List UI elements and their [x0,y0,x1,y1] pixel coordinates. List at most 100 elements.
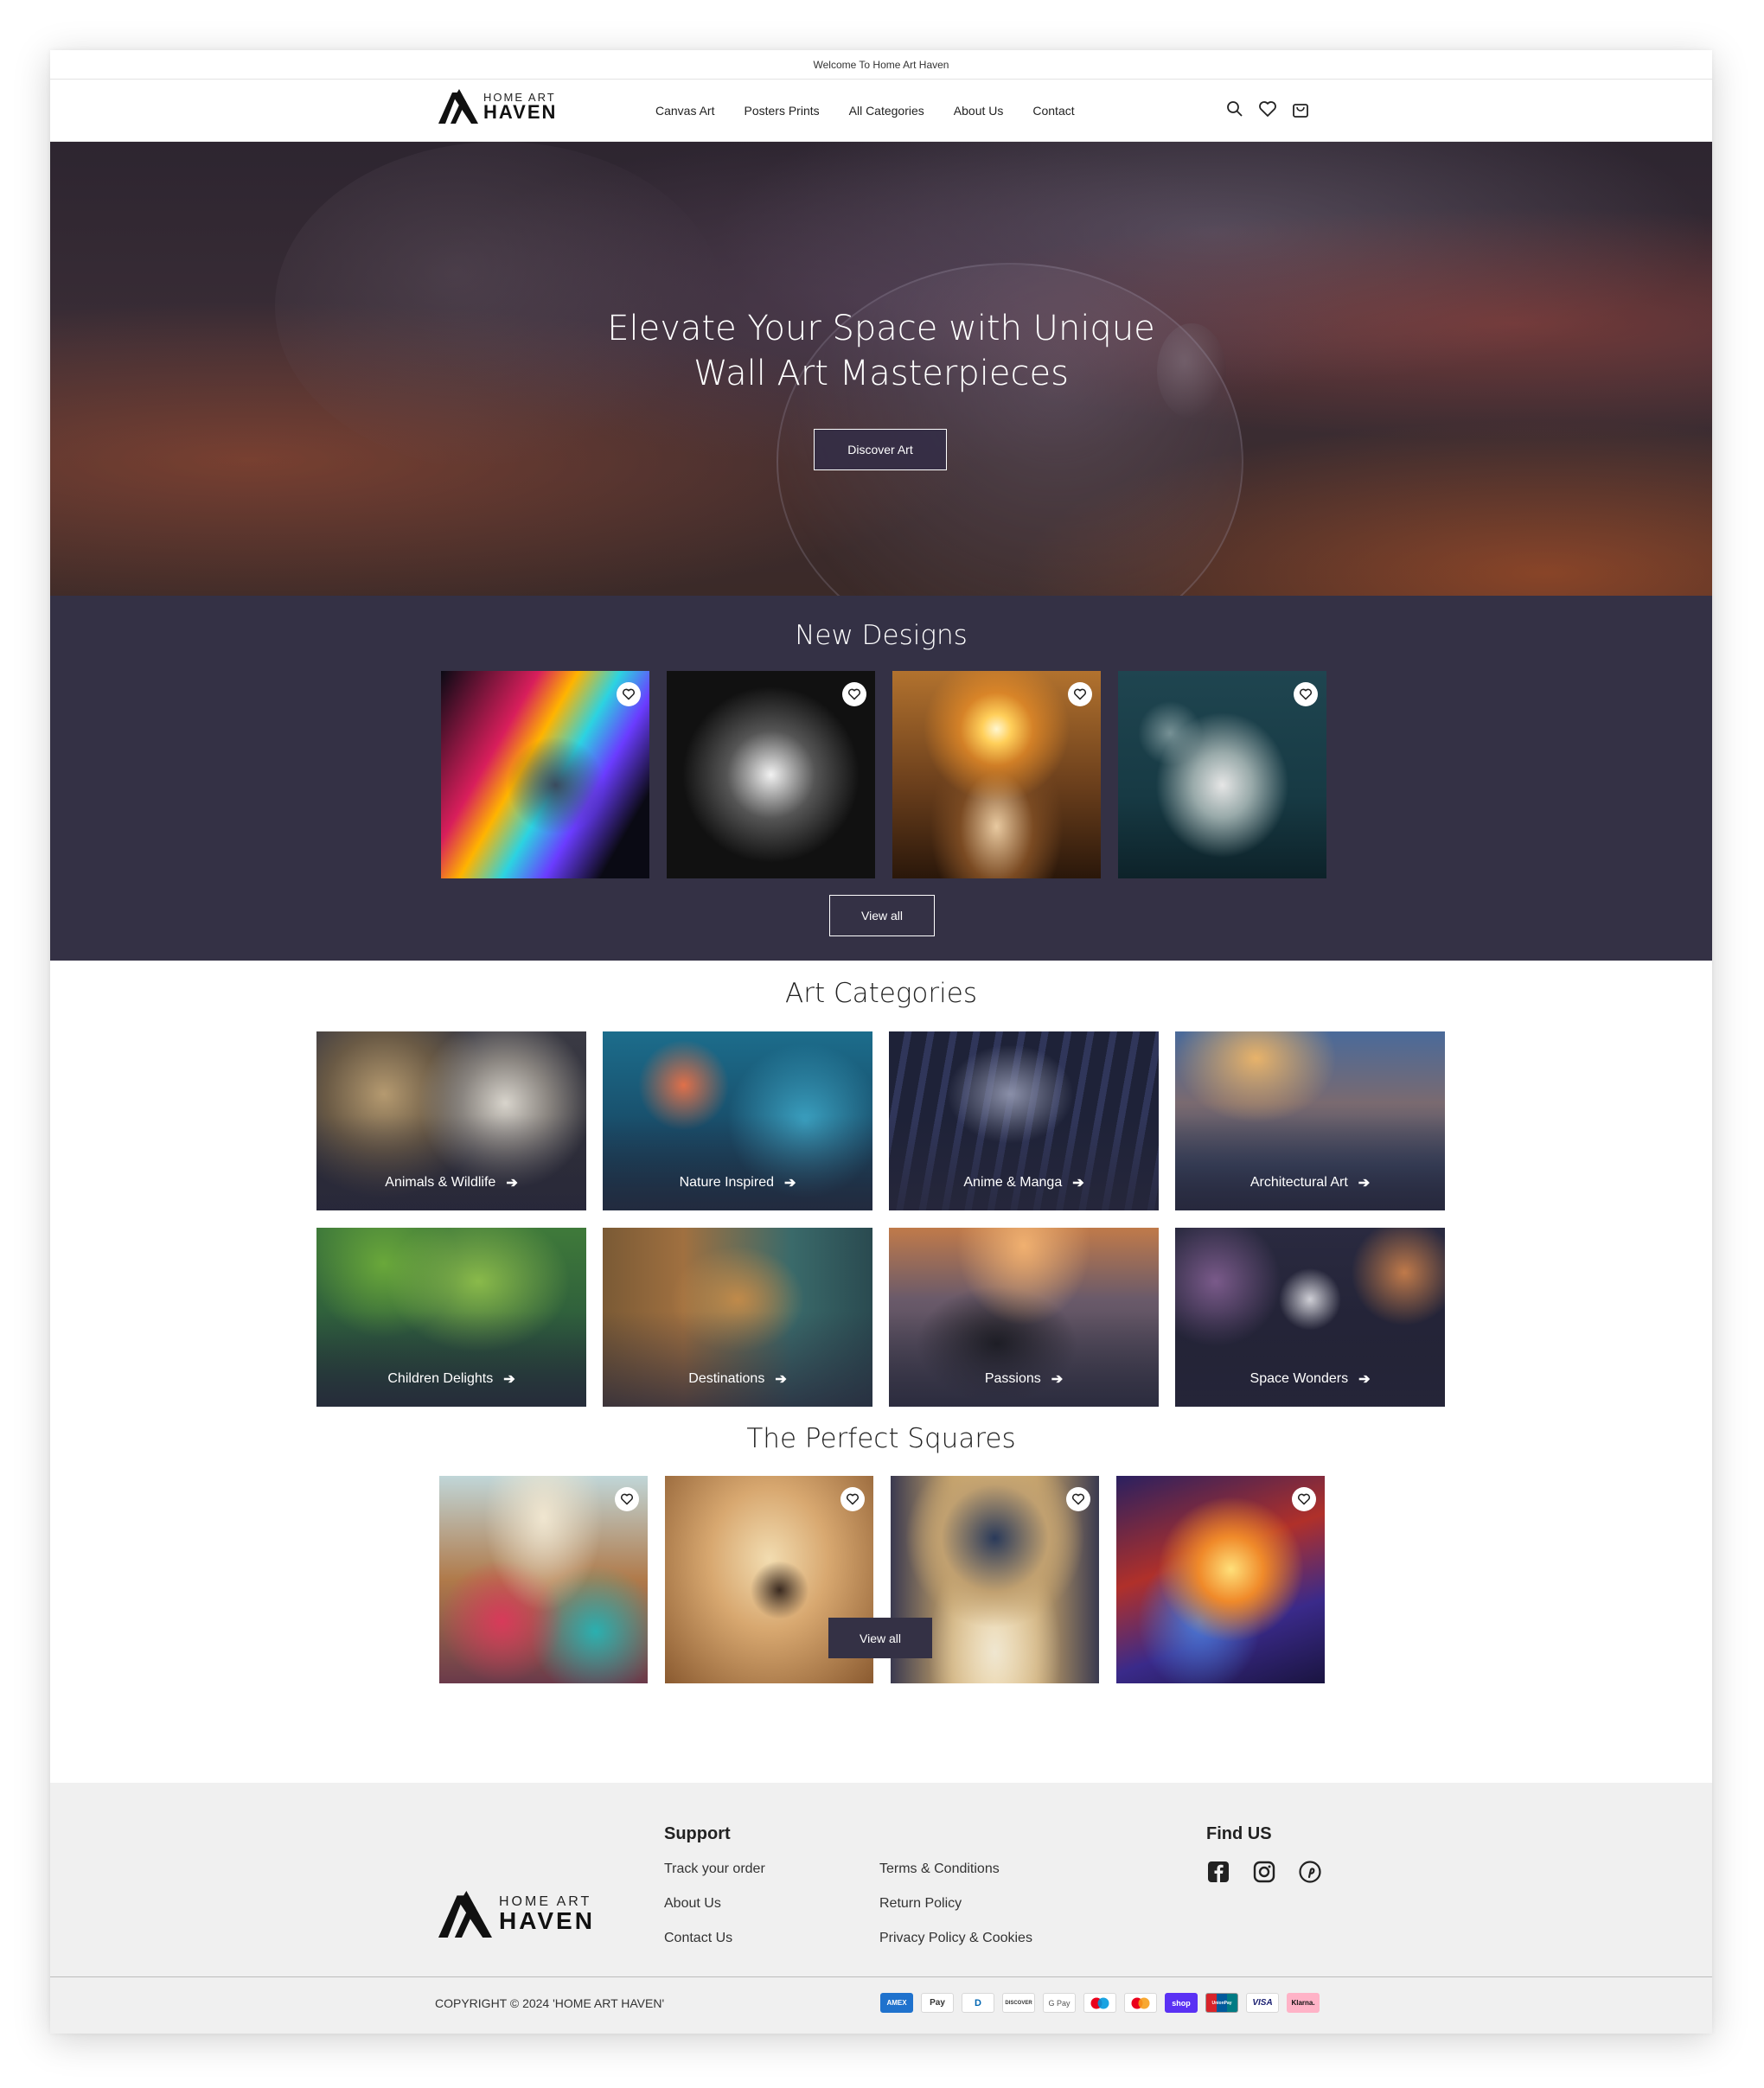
category-label: Space Wonders ➔ [1175,1370,1445,1388]
discover-icon: DISCOVER [1002,1993,1035,2013]
category-overlay [603,1312,872,1407]
arrow-right-icon: ➔ [1051,1372,1064,1387]
wishlist-heart-icon[interactable] [1292,1487,1316,1511]
category-overlay [1175,1312,1445,1407]
footer-link-track-order[interactable]: Track your order [664,1861,765,1877]
category-label: Nature Inspired ➔ [603,1174,872,1191]
main-nav: Canvas Art Posters Prints All Categories… [655,80,1075,142]
category-label: Destinations ➔ [603,1370,872,1388]
arrow-right-icon: ➔ [775,1372,787,1387]
amex-icon: AMEX [880,1993,913,2013]
arrow-right-icon: ➔ [1358,1176,1371,1191]
support-heading: Support [664,1824,731,1843]
category-card-nature-inspired[interactable]: Nature Inspired ➔ [603,1031,872,1210]
perfect-squares-title: The Perfect Squares [746,1423,1016,1454]
category-card-animals-wildlife[interactable]: Animals & Wildlife ➔ [316,1031,586,1210]
hero-title-line-2: Wall Art Masterpieces [693,354,1069,393]
category-label: Anime & Manga ➔ [889,1174,1159,1191]
search-icon[interactable] [1224,99,1245,119]
category-card-anime-manga[interactable]: Anime & Manga ➔ [889,1031,1159,1210]
footer-link-return-policy[interactable]: Return Policy [879,1896,962,1912]
perfect-squares-view-all-button[interactable]: View all [828,1618,932,1658]
category-name: Space Wonders [1250,1371,1349,1386]
category-overlay [316,1115,586,1210]
arrow-right-icon: ➔ [783,1176,796,1191]
facebook-icon[interactable] [1207,1861,1230,1883]
product-card-anime-artist[interactable] [667,671,875,878]
wishlist-heart-icon[interactable] [617,682,641,706]
pinterest-icon[interactable] [1299,1861,1321,1883]
diners-club-icon: D [962,1993,994,2013]
new-designs-view-all-button[interactable]: View all [829,895,935,936]
category-card-architectural-art[interactable]: Architectural Art ➔ [1175,1031,1445,1210]
category-name: Destinations [688,1371,765,1386]
header-actions [1224,99,1311,119]
category-name: Animals & Wildlife [385,1175,496,1190]
new-designs-section: New Designs View all [50,596,1712,961]
product-card-wolf[interactable] [1118,671,1326,878]
category-overlay [603,1115,872,1210]
hero-banner: Elevate Your Space with Unique Wall Art … [50,142,1712,661]
cart-icon[interactable] [1290,99,1311,119]
footer-link-contact-us[interactable]: Contact Us [664,1931,732,1946]
announcement-text: Welcome To Home Art Haven [813,58,949,71]
footer-link-privacy-policy[interactable]: Privacy Policy & Cookies [879,1931,1032,1946]
unionpay-icon: UnionPay [1205,1993,1238,2013]
arrow-right-icon: ➔ [1072,1176,1084,1191]
nav-canvas-art[interactable]: Canvas Art [655,104,714,118]
logo-text-big: HAVEN [483,100,558,123]
wishlist-heart-icon[interactable] [1257,99,1278,119]
wishlist-heart-icon[interactable] [615,1487,639,1511]
footer-link-terms[interactable]: Terms & Conditions [879,1861,1000,1877]
footer-link-about-us[interactable]: About Us [664,1896,721,1912]
nav-contact[interactable]: Contact [1032,104,1074,118]
category-name: Passions [984,1371,1041,1386]
announcement-bar: Welcome To Home Art Haven [50,50,1712,80]
site-header: HOME ART HAVEN Canvas Art Posters Prints… [50,80,1712,142]
nav-all-categories[interactable]: All Categories [849,104,924,118]
product-card-phoenix[interactable] [1116,1476,1325,1683]
discover-art-button[interactable]: Discover Art [814,429,947,470]
category-overlay [889,1312,1159,1407]
site-logo[interactable]: HOME ART HAVEN [438,89,557,124]
category-name: Children Delights [387,1371,494,1386]
art-categories-section: Art Categories Animals & Wildlife ➔ Natur… [50,961,1712,1756]
shop-pay-icon: shop [1165,1993,1198,2013]
category-card-passions[interactable]: Passions ➔ [889,1228,1159,1407]
wishlist-heart-icon[interactable] [842,682,866,706]
instagram-icon[interactable] [1253,1861,1275,1883]
google-pay-icon: G Pay [1043,1993,1076,2013]
wishlist-heart-icon[interactable] [1068,682,1092,706]
category-card-destinations[interactable]: Destinations ➔ [603,1228,872,1407]
category-overlay [316,1312,586,1407]
category-overlay [1175,1115,1445,1210]
category-overlay [889,1115,1159,1210]
product-card-elephant[interactable] [441,671,649,878]
product-card-coffee-sunset[interactable] [892,671,1101,878]
nav-about-us[interactable]: About Us [954,104,1004,118]
nav-posters-prints[interactable]: Posters Prints [744,104,819,118]
apple-pay-icon: Pay [921,1993,954,2013]
category-label: Animals & Wildlife ➔ [316,1174,586,1191]
category-card-space-wonders[interactable]: Space Wonders ➔ [1175,1228,1445,1407]
product-card-skatepark[interactable] [439,1476,648,1683]
art-categories-title: Art Categories [785,978,977,1009]
hero-title: Elevate Your Space with Unique Wall Art … [50,306,1712,396]
visa-icon: VISA [1246,1993,1279,2013]
category-name: Nature Inspired [679,1175,774,1190]
category-name: Anime & Manga [963,1175,1063,1190]
arrow-right-icon: ➔ [503,1372,515,1387]
footer-logo[interactable]: HOME ART HAVEN [438,1891,595,1938]
category-label: Children Delights ➔ [316,1370,586,1388]
wishlist-heart-icon[interactable] [840,1487,865,1511]
wishlist-heart-icon[interactable] [1066,1487,1090,1511]
wishlist-heart-icon[interactable] [1294,682,1318,706]
category-label: Architectural Art ➔ [1175,1174,1445,1191]
category-card-children-delights[interactable]: Children Delights ➔ [316,1228,586,1407]
new-designs-title: New Designs [795,620,968,651]
copyright-text: COPYRIGHT © 2024 'HOME ART HAVEN' [435,1996,665,2010]
arrow-right-icon: ➔ [506,1176,518,1191]
page-frame: Welcome To Home Art Haven HOME ART HAVEN… [50,50,1712,2034]
mastercard-icon [1124,1993,1157,2013]
logo-mark-icon [438,89,478,124]
